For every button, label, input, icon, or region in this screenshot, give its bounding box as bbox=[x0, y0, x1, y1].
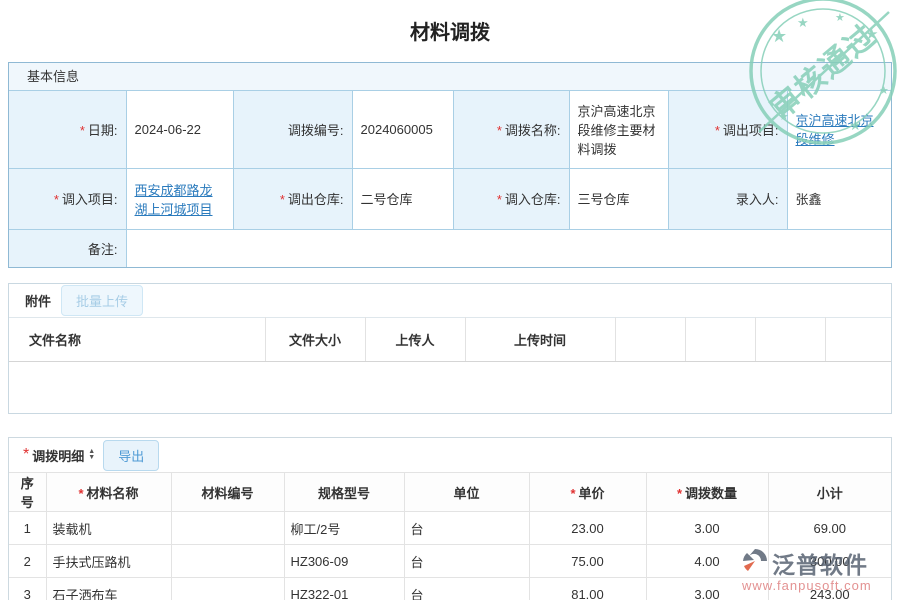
cell-model: HZ322-01 bbox=[284, 578, 404, 600]
basic-info-row-remarks: 备注: bbox=[9, 229, 891, 267]
transfer-no-value: 2024060005 bbox=[352, 91, 453, 168]
date-value: 2024-06-22 bbox=[126, 91, 233, 168]
details-section-title: 调拨明细 bbox=[32, 446, 84, 465]
cell-material-name: 石子洒布车 bbox=[46, 578, 171, 600]
in-project-label: *调入项目: bbox=[9, 168, 126, 229]
required-asterisk: * bbox=[677, 486, 682, 501]
attachments-empty-body bbox=[9, 362, 891, 414]
transfer-name-value: 京沪高速北京段维修主要材料调拨 bbox=[569, 91, 668, 168]
cell-price: 75.00 bbox=[529, 545, 646, 578]
table-row: 3 石子洒布车 HZ322-01 台 81.00 3.00 243.00 bbox=[9, 578, 891, 600]
in-project-value: 西安成都路龙湖上河城项目 bbox=[126, 168, 233, 229]
col-empty bbox=[685, 318, 755, 362]
cell-seq: 1 bbox=[9, 512, 46, 545]
col-unit: 单位 bbox=[404, 473, 529, 512]
required-asterisk: * bbox=[715, 123, 720, 138]
cell-model: HZ306-09 bbox=[284, 545, 404, 578]
required-asterisk: * bbox=[497, 123, 502, 138]
in-project-link[interactable]: 西安成都路龙湖上河城项目 bbox=[135, 183, 213, 217]
batch-upload-button[interactable]: 批量上传 bbox=[61, 285, 143, 316]
cell-unit: 台 bbox=[404, 578, 529, 600]
cell-material-code bbox=[171, 512, 284, 545]
cell-seq: 3 bbox=[9, 578, 46, 600]
col-empty bbox=[825, 318, 891, 362]
basic-info-panel: 基本信息 *日期: 2024-06-22 调拨编号: 2024060005 *调… bbox=[8, 62, 892, 268]
col-uploader: 上传人 bbox=[365, 318, 465, 362]
details-header-row: 序号 *材料名称 材料编号 规格型号 单位 *单价 *调拨数量 小计 bbox=[9, 473, 891, 512]
cell-model: 柳工/2号 bbox=[284, 512, 404, 545]
basic-info-section-title: 基本信息 bbox=[9, 63, 891, 91]
export-button[interactable]: 导出 bbox=[103, 440, 159, 471]
required-asterisk: * bbox=[80, 123, 85, 138]
recorder-label: 录入人: bbox=[668, 168, 787, 229]
basic-info-row-2: *调入项目: 西安成都路龙湖上河城项目 *调出仓库: 二号仓库 *调入仓库: 三… bbox=[9, 168, 891, 229]
out-project-value: 京沪高速北京段维修 bbox=[787, 91, 891, 168]
date-label: *日期: bbox=[9, 91, 126, 168]
out-project-label: *调出项目: bbox=[668, 91, 787, 168]
table-row: 2 手扶式压路机 HZ306-09 台 75.00 4.00 300.00 bbox=[9, 545, 891, 578]
cell-qty: 3.00 bbox=[646, 578, 768, 600]
cell-qty: 4.00 bbox=[646, 545, 768, 578]
cell-material-name: 装载机 bbox=[46, 512, 171, 545]
transfer-details-panel: * 调拨明细 ▲▼ 导出 序号 *材料名称 材料编号 规格型号 单位 *单价 *… bbox=[8, 437, 892, 600]
attachments-table: 文件名称 文件大小 上传人 上传时间 bbox=[9, 317, 891, 362]
transfer-no-label: 调拨编号: bbox=[233, 91, 352, 168]
col-upload-time: 上传时间 bbox=[465, 318, 615, 362]
cell-unit: 台 bbox=[404, 545, 529, 578]
cell-subtotal: 300.00 bbox=[768, 545, 891, 578]
table-row: 1 装载机 柳工/2号 台 23.00 3.00 69.00 bbox=[9, 512, 891, 545]
required-asterisk: * bbox=[23, 446, 29, 464]
remarks-value bbox=[126, 229, 891, 267]
col-material-name: *材料名称 bbox=[46, 473, 171, 512]
cell-material-name: 手扶式压路机 bbox=[46, 545, 171, 578]
cell-qty: 3.00 bbox=[646, 512, 768, 545]
col-qty: *调拨数量 bbox=[646, 473, 768, 512]
col-model: 规格型号 bbox=[284, 473, 404, 512]
basic-info-table: *日期: 2024-06-22 调拨编号: 2024060005 *调拨名称: … bbox=[9, 91, 891, 267]
transfer-name-label: *调拨名称: bbox=[453, 91, 569, 168]
cell-material-code bbox=[171, 545, 284, 578]
cell-unit: 台 bbox=[404, 512, 529, 545]
cell-subtotal: 69.00 bbox=[768, 512, 891, 545]
attachments-section-title: 附件 bbox=[25, 291, 51, 310]
out-warehouse-label: *调出仓库: bbox=[233, 168, 352, 229]
page-title: 材料调拨 bbox=[0, 0, 900, 46]
details-table: 序号 *材料名称 材料编号 规格型号 单位 *单价 *调拨数量 小计 1 装载机… bbox=[9, 472, 891, 600]
attachments-header-row: 文件名称 文件大小 上传人 上传时间 bbox=[9, 318, 891, 362]
col-file-name: 文件名称 bbox=[9, 318, 265, 362]
cell-seq: 2 bbox=[9, 545, 46, 578]
required-asterisk: * bbox=[78, 486, 83, 501]
required-asterisk: * bbox=[497, 192, 502, 207]
basic-info-row-1: *日期: 2024-06-22 调拨编号: 2024060005 *调拨名称: … bbox=[9, 91, 891, 168]
cell-price: 23.00 bbox=[529, 512, 646, 545]
in-warehouse-value: 三号仓库 bbox=[569, 168, 668, 229]
col-file-size: 文件大小 bbox=[265, 318, 365, 362]
sort-spinner-icon[interactable]: ▲▼ bbox=[88, 449, 95, 461]
col-subtotal: 小计 bbox=[768, 473, 891, 512]
out-warehouse-value: 二号仓库 bbox=[352, 168, 453, 229]
cell-material-code bbox=[171, 578, 284, 600]
col-empty bbox=[615, 318, 685, 362]
required-asterisk: * bbox=[280, 192, 285, 207]
col-material-code: 材料编号 bbox=[171, 473, 284, 512]
cell-price: 81.00 bbox=[529, 578, 646, 600]
col-empty bbox=[755, 318, 825, 362]
out-project-link[interactable]: 京沪高速北京段维修 bbox=[796, 113, 874, 147]
required-asterisk: * bbox=[570, 486, 575, 501]
col-seq: 序号 bbox=[9, 473, 46, 512]
remarks-label: 备注: bbox=[9, 229, 126, 267]
attachments-panel: 附件 批量上传 文件名称 文件大小 上传人 上传时间 bbox=[8, 283, 892, 414]
in-warehouse-label: *调入仓库: bbox=[453, 168, 569, 229]
col-price: *单价 bbox=[529, 473, 646, 512]
recorder-value: 张鑫 bbox=[787, 168, 891, 229]
cell-subtotal: 243.00 bbox=[768, 578, 891, 600]
required-asterisk: * bbox=[54, 192, 59, 207]
